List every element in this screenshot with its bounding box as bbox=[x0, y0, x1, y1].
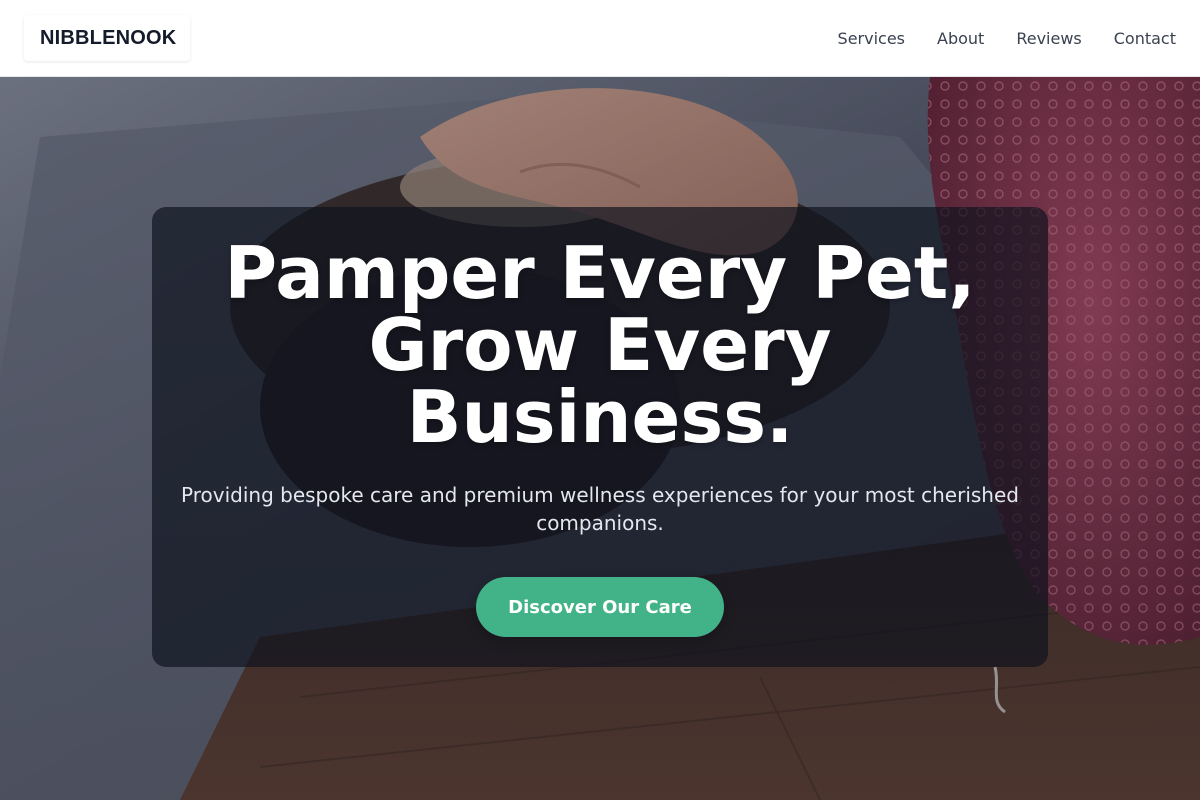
discover-care-button[interactable]: Discover Our Care bbox=[476, 577, 724, 637]
brand-logo[interactable]: NIBBLENOOK bbox=[24, 15, 191, 61]
hero-content-card: Pamper Every Pet, Grow Every Business. P… bbox=[152, 207, 1048, 667]
nav-link-reviews[interactable]: Reviews bbox=[1016, 29, 1081, 48]
main-nav: Services About Reviews Contact bbox=[838, 29, 1176, 48]
hero-section: Pamper Every Pet, Grow Every Business. P… bbox=[0, 77, 1200, 800]
hero-title: Pamper Every Pet, Grow Every Business. bbox=[224, 231, 976, 459]
nav-link-about[interactable]: About bbox=[937, 29, 984, 48]
top-navbar: NIBBLENOOK Services About Reviews Contac… bbox=[0, 0, 1200, 77]
nav-link-contact[interactable]: Contact bbox=[1114, 29, 1176, 48]
nav-link-services[interactable]: Services bbox=[838, 29, 905, 48]
hero-subtitle: Providing bespoke care and premium welln… bbox=[181, 483, 1019, 535]
